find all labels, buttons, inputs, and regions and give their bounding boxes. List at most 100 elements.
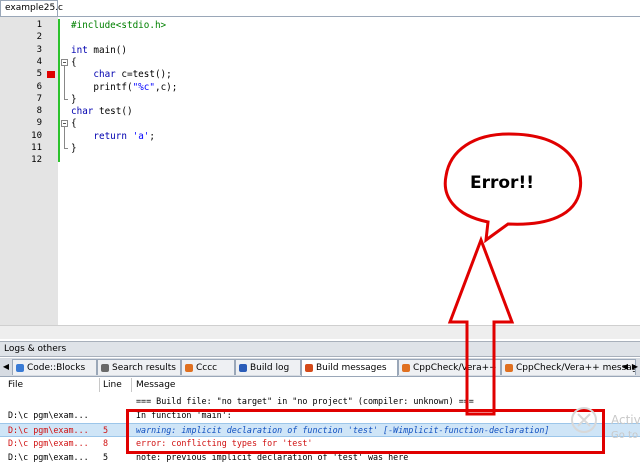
code-token: } xyxy=(71,143,77,154)
editor-tab-label: example25.c xyxy=(5,3,63,13)
code-token: 'a' xyxy=(132,130,150,142)
tab-label: Code::Blocks xyxy=(27,363,86,373)
code-line[interactable]: int main() xyxy=(71,45,127,56)
line-number: 4 xyxy=(36,56,42,67)
code-token: main() xyxy=(87,44,127,56)
fold-guide-end xyxy=(64,98,68,100)
logs-panel-title: Logs & others xyxy=(4,344,67,354)
code-line[interactable]: } xyxy=(71,94,77,105)
line-number: 2 xyxy=(36,32,42,43)
column-header-message[interactable]: Message xyxy=(136,380,175,390)
code-token: char xyxy=(93,69,116,81)
code-token: c=test(); xyxy=(115,69,172,81)
tab-label: CppCheck/Vera++ xyxy=(413,363,497,373)
code-token: #include<stdio.h> xyxy=(71,20,167,31)
line-number: 3 xyxy=(36,44,42,55)
line-number: 10 xyxy=(31,130,42,141)
editor-horizontal-scrollbar[interactable] xyxy=(0,325,640,339)
tab-label: Build messages xyxy=(316,363,387,373)
code-token: ,c); xyxy=(154,81,178,93)
fold-toggle-icon[interactable] xyxy=(61,58,68,66)
code-token: { xyxy=(71,118,77,130)
tab-build-messages[interactable]: Build messages xyxy=(301,359,398,376)
cell-message: === Build file: "no target" in "no proje… xyxy=(136,396,474,406)
tab-cccc[interactable]: Cccc xyxy=(181,359,235,375)
line-number: 6 xyxy=(36,81,42,92)
code-line[interactable]: printf("%c",c); xyxy=(71,82,177,93)
tabstrip-divider xyxy=(0,16,640,17)
tab-icon xyxy=(239,364,247,372)
activation-watermark: Activ Go to xyxy=(611,412,640,444)
line-number: 9 xyxy=(36,118,42,129)
code-line[interactable]: char test() xyxy=(71,106,133,117)
code-token: int xyxy=(71,44,88,56)
code-token: char xyxy=(71,106,94,118)
logs-tab-strip: ◀ Code::Blocks Search results Cccc Build lo… xyxy=(0,358,640,377)
fold-guide xyxy=(64,65,65,99)
error-marker-icon[interactable] xyxy=(47,71,55,79)
tab-label: Build log xyxy=(250,363,290,373)
cell-file: D:\c pgm\exam... xyxy=(8,425,89,435)
tab-label: Search results xyxy=(112,363,176,373)
column-header-line[interactable]: Line xyxy=(103,380,122,390)
change-bar xyxy=(58,19,60,162)
tab-cppcheck-vera-[interactable]: CppCheck/Vera++ xyxy=(398,359,501,375)
cell-file: D:\c pgm\exam... xyxy=(8,438,89,448)
code-line[interactable]: return 'a'; xyxy=(71,131,155,142)
tab-label: CppCheck/Vera++ messages xyxy=(516,363,636,373)
tab-build-log[interactable]: Build log xyxy=(235,359,301,375)
fold-toggle-icon[interactable] xyxy=(61,120,68,128)
line-number: 1 xyxy=(36,20,42,30)
code-line[interactable]: { xyxy=(71,57,77,68)
column-header-file[interactable]: File xyxy=(8,380,23,390)
cell-line: 8 xyxy=(103,438,109,448)
tab-scroll-left-icon[interactable]: ◀ xyxy=(621,361,629,372)
line-number: 5 xyxy=(36,69,42,80)
tab-icon xyxy=(305,364,313,372)
windows-watermark-icon xyxy=(571,407,597,433)
code-token: ; xyxy=(149,130,155,142)
code-line[interactable]: #include<stdio.h> xyxy=(71,20,166,31)
error-callout-text: Error!! xyxy=(470,173,534,193)
cell-line: 5 xyxy=(103,425,109,435)
column-divider[interactable] xyxy=(99,378,100,392)
code-token: "%c" xyxy=(132,81,155,93)
tab-scroll-left-icon[interactable]: ◀ xyxy=(2,361,10,372)
fold-guide xyxy=(64,127,65,148)
editor-tab-example25[interactable]: example25.c xyxy=(0,0,63,16)
code-token: test() xyxy=(93,106,133,118)
tab-icon xyxy=(101,364,109,372)
cell-file: D:\c pgm\exam... xyxy=(8,452,89,462)
line-number: 12 xyxy=(31,155,42,166)
cell-file: D:\c pgm\exam... xyxy=(8,410,89,420)
cell-line: 5 xyxy=(103,452,109,462)
table-row[interactable]: === Build file: "no target" in "no proje… xyxy=(0,395,640,409)
tab-label: Cccc xyxy=(196,363,218,373)
watermark-line-1: Activ xyxy=(611,413,640,427)
code-token: { xyxy=(71,56,77,68)
line-number: 7 xyxy=(36,93,42,104)
code-token: } xyxy=(71,93,77,105)
tab-icon xyxy=(16,364,24,372)
tab-icon xyxy=(185,364,193,372)
line-number: 8 xyxy=(36,106,42,117)
fold-guide-end xyxy=(64,148,68,149)
code-line[interactable]: { xyxy=(71,118,77,129)
tab-cppcheck-vera-messages[interactable]: CppCheck/Vera++ messages xyxy=(501,359,636,375)
tab-icon xyxy=(505,364,513,372)
tab-search-results[interactable]: Search results xyxy=(97,359,181,375)
code-line[interactable]: } xyxy=(71,143,77,154)
tab-icon xyxy=(402,364,410,372)
code-token: printf( xyxy=(71,81,133,93)
line-number: 11 xyxy=(31,143,42,153)
code-token: return xyxy=(93,130,127,142)
error-highlight-box xyxy=(126,409,605,454)
watermark-line-2: Go to xyxy=(611,430,639,441)
logs-panel-caption: Logs & others xyxy=(0,341,640,357)
code-line[interactable]: char c=test(); xyxy=(71,69,172,81)
column-divider[interactable] xyxy=(131,378,132,392)
tab-code-blocks[interactable]: Code::Blocks xyxy=(12,359,97,375)
tab-scroll-right-icon[interactable]: ▶ xyxy=(631,361,639,372)
